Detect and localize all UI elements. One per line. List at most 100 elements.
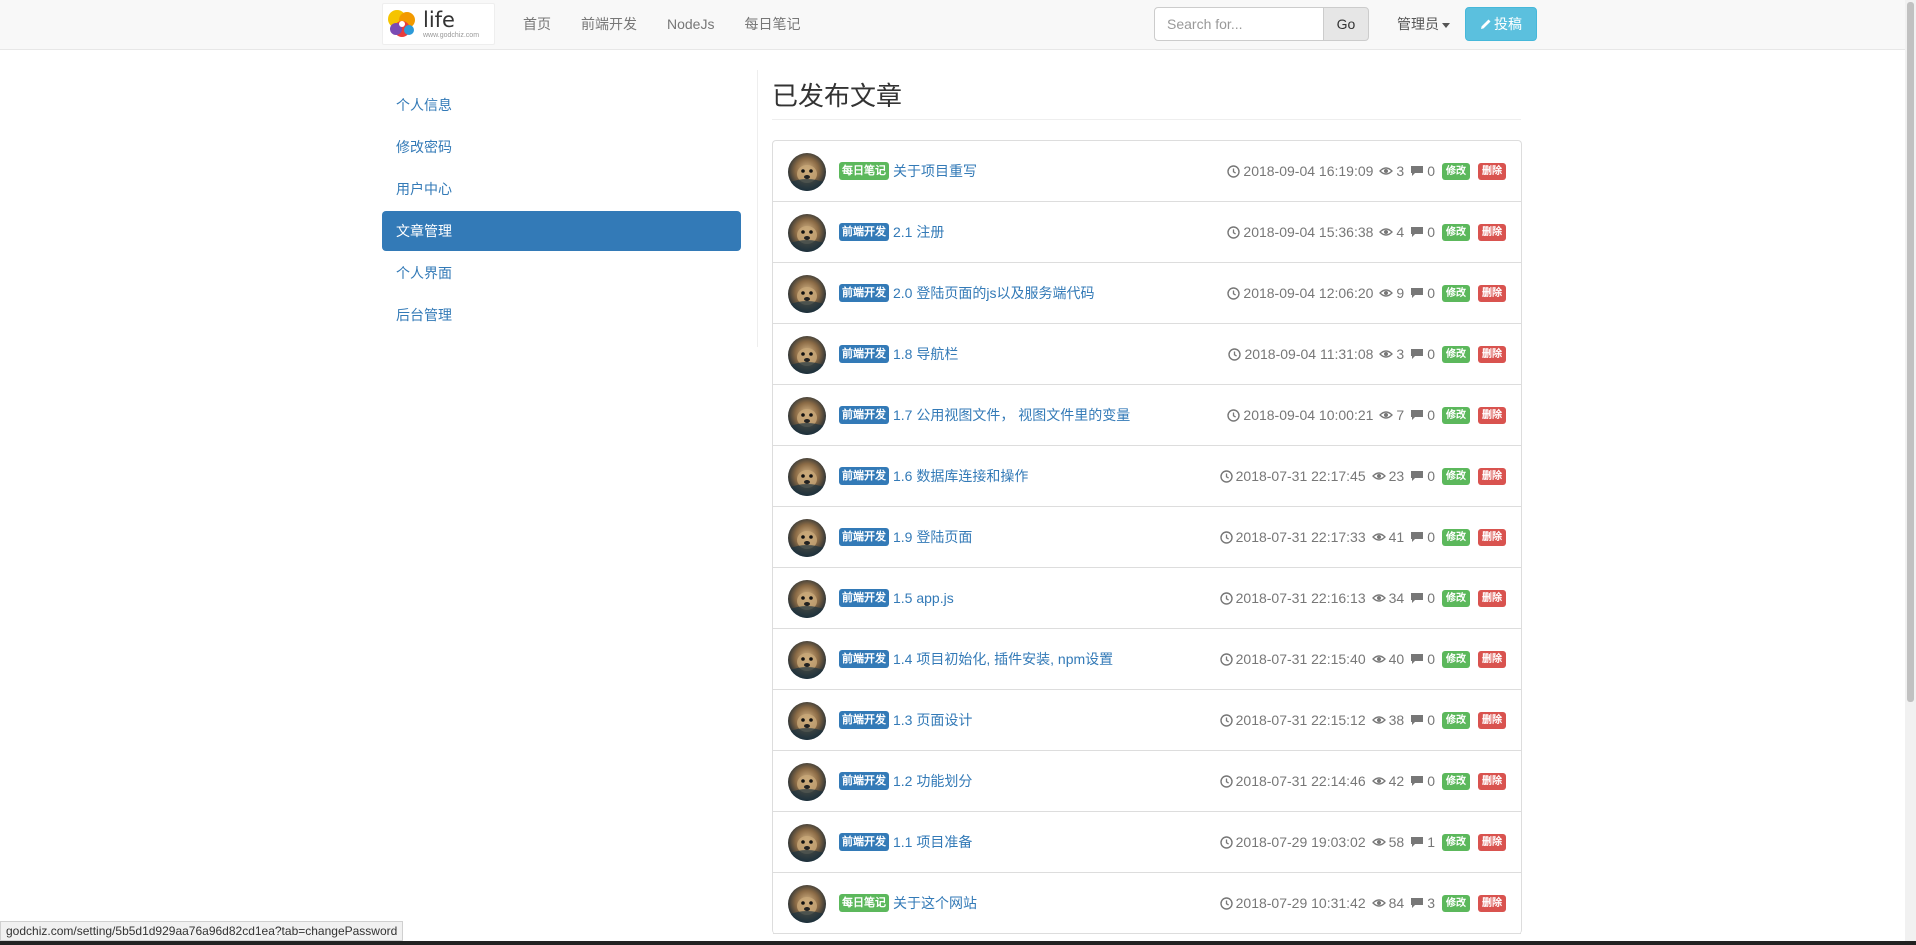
comment-count: 0 [1427, 712, 1435, 728]
post-meta: 2018-07-29 19:03:02 58 1 修改 删除 [1219, 812, 1506, 872]
post-title-link[interactable]: 1.9 登陆页面 [893, 527, 972, 547]
sidebar-item-personal-page[interactable]: 个人界面 [382, 253, 741, 293]
nav-link-daily-notes[interactable]: 每日笔记 [729, 0, 815, 50]
post-title-link[interactable]: 1.6 数据库连接和操作 [893, 466, 1028, 486]
category-badge[interactable]: 前端开发 [839, 650, 889, 668]
category-badge[interactable]: 每日笔记 [839, 162, 889, 180]
edit-button[interactable]: 修改 [1442, 162, 1470, 180]
post-meta: 2018-09-04 15:36:38 4 0 修改 删除 [1227, 202, 1506, 262]
edit-button[interactable]: 修改 [1442, 223, 1470, 241]
scrollbar-thumb[interactable] [1907, 2, 1914, 702]
avatar [788, 519, 826, 557]
category-badge[interactable]: 前端开发 [839, 345, 889, 363]
delete-button[interactable]: 删除 [1478, 284, 1506, 302]
post-meta: 2018-07-29 10:31:42 84 3 修改 删除 [1219, 873, 1506, 933]
post-title-link[interactable]: 1.4 项目初始化, 插件安装, npm设置 [893, 649, 1113, 669]
page-scrollbar[interactable] [1905, 0, 1916, 945]
delete-button[interactable]: 删除 [1478, 894, 1506, 912]
sidebar-item-profile[interactable]: 个人信息 [382, 85, 741, 125]
eye-icon [1379, 289, 1394, 297]
comment-count: 0 [1427, 468, 1435, 484]
sidebar-item-change-password[interactable]: 修改密码 [382, 127, 741, 167]
post-title-link[interactable]: 1.1 项目准备 [893, 832, 972, 852]
search-input[interactable] [1154, 7, 1324, 41]
post-title-link[interactable]: 关于项目重写 [893, 161, 977, 181]
post-row: 前端开发 2.1 注册 2018-09-04 15:36:38 4 0 修改 删… [773, 202, 1521, 263]
post-meta: 2018-07-31 22:16:13 34 0 修改 删除 [1219, 568, 1506, 628]
category-badge[interactable]: 前端开发 [839, 284, 889, 302]
category-badge[interactable]: 前端开发 [839, 772, 889, 790]
delete-button[interactable]: 删除 [1478, 650, 1506, 668]
post-title-link[interactable]: 2.1 注册 [893, 222, 944, 242]
edit-button[interactable]: 修改 [1442, 284, 1470, 302]
edit-button[interactable]: 修改 [1442, 650, 1470, 668]
post-title-link[interactable]: 1.5 app.js [893, 590, 954, 606]
category-badge[interactable]: 前端开发 [839, 711, 889, 729]
comment-count: 0 [1427, 590, 1435, 606]
comment-icon [1411, 532, 1424, 542]
eye-icon [1371, 777, 1386, 785]
post-date: 2018-07-31 22:15:40 [1235, 651, 1366, 667]
edit-button[interactable]: 修改 [1442, 589, 1470, 607]
clock-icon [1228, 347, 1242, 361]
delete-button[interactable]: 删除 [1478, 223, 1506, 241]
clock-icon [1219, 896, 1233, 910]
view-count: 3 [1396, 346, 1405, 362]
edit-button[interactable]: 修改 [1442, 406, 1470, 424]
delete-button[interactable]: 删除 [1478, 833, 1506, 851]
pencil-icon [1481, 19, 1491, 29]
delete-button[interactable]: 删除 [1478, 345, 1506, 363]
comment-icon [1411, 349, 1424, 359]
edit-button[interactable]: 修改 [1442, 711, 1470, 729]
post-info: 前端开发 1.8 导航栏 [839, 324, 958, 384]
post-row: 前端开发 1.1 项目准备 2018-07-29 19:03:02 58 1 修… [773, 812, 1521, 873]
search-go-button[interactable]: Go [1323, 7, 1369, 41]
edit-button[interactable]: 修改 [1442, 772, 1470, 790]
caret-down-icon [1442, 22, 1450, 28]
category-badge[interactable]: 每日笔记 [839, 894, 889, 912]
post-button[interactable]: 投稿 [1465, 7, 1537, 41]
edit-button[interactable]: 修改 [1442, 345, 1470, 363]
category-badge[interactable]: 前端开发 [839, 528, 889, 546]
post-date: 2018-07-31 22:14:46 [1235, 773, 1366, 789]
page-title: 已发布文章 [772, 81, 903, 111]
edit-button[interactable]: 修改 [1442, 467, 1470, 485]
category-badge[interactable]: 前端开发 [839, 833, 889, 851]
site-logo[interactable]: life www.godchiz.com [382, 3, 495, 45]
category-badge[interactable]: 前端开发 [839, 589, 889, 607]
post-date: 2018-07-31 22:15:12 [1235, 712, 1366, 728]
post-title-link[interactable]: 1.3 页面设计 [893, 710, 972, 730]
comment-icon [1411, 227, 1424, 237]
delete-button[interactable]: 删除 [1478, 711, 1506, 729]
delete-button[interactable]: 删除 [1478, 589, 1506, 607]
edit-button[interactable]: 修改 [1442, 894, 1470, 912]
delete-button[interactable]: 删除 [1478, 406, 1506, 424]
category-badge[interactable]: 前端开发 [839, 467, 889, 485]
post-info: 前端开发 2.1 注册 [839, 202, 944, 262]
comment-icon [1411, 776, 1424, 786]
view-count: 4 [1396, 224, 1405, 240]
edit-button[interactable]: 修改 [1442, 528, 1470, 546]
avatar [788, 153, 826, 191]
nav-link-home[interactable]: 首页 [508, 0, 566, 50]
post-title-link[interactable]: 1.2 功能划分 [893, 771, 972, 791]
admin-dropdown[interactable]: 管理员 [1397, 0, 1450, 48]
nav-link-nodejs[interactable]: NodeJs [652, 0, 729, 50]
sidebar-item-admin[interactable]: 后台管理 [382, 295, 741, 335]
post-title-link[interactable]: 关于这个网站 [893, 893, 977, 913]
post-title-link[interactable]: 1.7 公用视图文件， 视图文件里的变量 [893, 405, 1130, 425]
delete-button[interactable]: 删除 [1478, 467, 1506, 485]
delete-button[interactable]: 删除 [1478, 528, 1506, 546]
eye-icon [1371, 594, 1386, 602]
post-title-link[interactable]: 1.8 导航栏 [893, 344, 958, 364]
delete-button[interactable]: 删除 [1478, 772, 1506, 790]
category-badge[interactable]: 前端开发 [839, 223, 889, 241]
nav-link-frontend[interactable]: 前端开发 [566, 0, 652, 50]
post-meta: 2018-07-31 22:14:46 42 0 修改 删除 [1219, 751, 1506, 811]
edit-button[interactable]: 修改 [1442, 833, 1470, 851]
delete-button[interactable]: 删除 [1478, 162, 1506, 180]
category-badge[interactable]: 前端开发 [839, 406, 889, 424]
post-title-link[interactable]: 2.0 登陆页面的js以及服务端代码 [893, 283, 1094, 303]
sidebar-item-user-center[interactable]: 用户中心 [382, 169, 741, 209]
sidebar-item-article-management[interactable]: 文章管理 [382, 211, 741, 251]
